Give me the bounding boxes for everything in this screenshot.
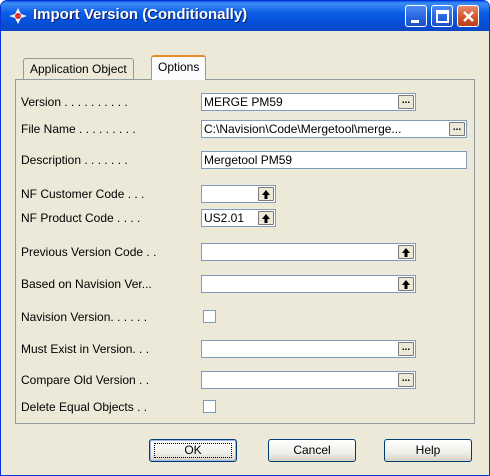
lookup-arrow-icon: [262, 190, 270, 199]
previous-version-code-label: Previous Version Code . .: [21, 245, 157, 259]
nf-product-code-field[interactable]: US2.01: [201, 209, 276, 227]
nf-product-code-label: NF Product Code . . . .: [21, 211, 141, 225]
nf-customer-code-lookup-button[interactable]: [258, 187, 274, 201]
delete-equal-objects-checkbox[interactable]: [203, 400, 216, 413]
minimize-button[interactable]: [405, 5, 427, 27]
compare-old-version-field[interactable]: ...: [201, 371, 416, 389]
tab-options[interactable]: Options: [151, 55, 207, 80]
navision-version-checkbox[interactable]: [203, 310, 216, 323]
navision-app-icon: [9, 8, 27, 24]
ok-button[interactable]: OK: [149, 439, 237, 462]
description-label: Description . . . . . . .: [21, 153, 128, 167]
must-exist-in-version-assist-button[interactable]: ...: [398, 342, 414, 356]
based-on-navision-version-lookup-button[interactable]: [398, 277, 414, 291]
version-label: Version . . . . . . . . . .: [21, 95, 128, 109]
description-field[interactable]: Mergetool PM59: [201, 151, 467, 169]
must-exist-in-version-label: Must Exist in Version. . .: [21, 342, 150, 356]
tab-application-object[interactable]: Application Object: [23, 58, 134, 80]
compare-old-version-assist-button[interactable]: ...: [398, 373, 414, 387]
cancel-button-label: Cancel: [293, 443, 331, 457]
nf-product-code-lookup-button[interactable]: [258, 211, 274, 225]
version-assist-button[interactable]: ...: [398, 95, 414, 109]
compare-old-version-label: Compare Old Version . .: [21, 373, 150, 387]
lookup-arrow-icon: [262, 214, 270, 223]
close-icon: [463, 11, 474, 22]
based-on-navision-version-label: Based on Navision Ver...: [21, 277, 152, 291]
delete-equal-objects-label: Delete Equal Objects . .: [21, 400, 148, 414]
navision-version-label: Navision Version. . . . . .: [21, 310, 148, 324]
import-version-dialog: Import Version (Conditionally) Applicati…: [0, 0, 490, 476]
file-name-assist-button[interactable]: ...: [449, 122, 465, 136]
nf-customer-code-field[interactable]: [201, 185, 276, 203]
window-title: Import Version (Conditionally): [33, 6, 248, 23]
lookup-arrow-icon: [402, 280, 410, 289]
title-bar[interactable]: Import Version (Conditionally): [1, 1, 489, 31]
focus-rect: [154, 443, 232, 458]
previous-version-code-field[interactable]: [201, 243, 416, 261]
version-field[interactable]: MERGE PM59 ...: [201, 93, 416, 111]
lookup-arrow-icon: [402, 248, 410, 257]
nf-customer-code-label: NF Customer Code . . .: [21, 187, 145, 201]
based-on-navision-version-field[interactable]: [201, 275, 416, 293]
help-button-label: Help: [415, 443, 441, 457]
maximize-icon: [436, 10, 449, 23]
help-button[interactable]: Help: [384, 439, 472, 462]
previous-version-code-lookup-button[interactable]: [398, 245, 414, 259]
close-button[interactable]: [457, 5, 479, 27]
maximize-button[interactable]: [431, 5, 453, 27]
must-exist-in-version-field[interactable]: ...: [201, 340, 416, 358]
minimize-icon: [411, 20, 419, 23]
file-name-field[interactable]: C:\Navision\Code\Mergetool\merge... ...: [201, 120, 467, 138]
cancel-button[interactable]: Cancel: [268, 439, 356, 462]
file-name-label: File Name . . . . . . . . .: [21, 122, 136, 136]
